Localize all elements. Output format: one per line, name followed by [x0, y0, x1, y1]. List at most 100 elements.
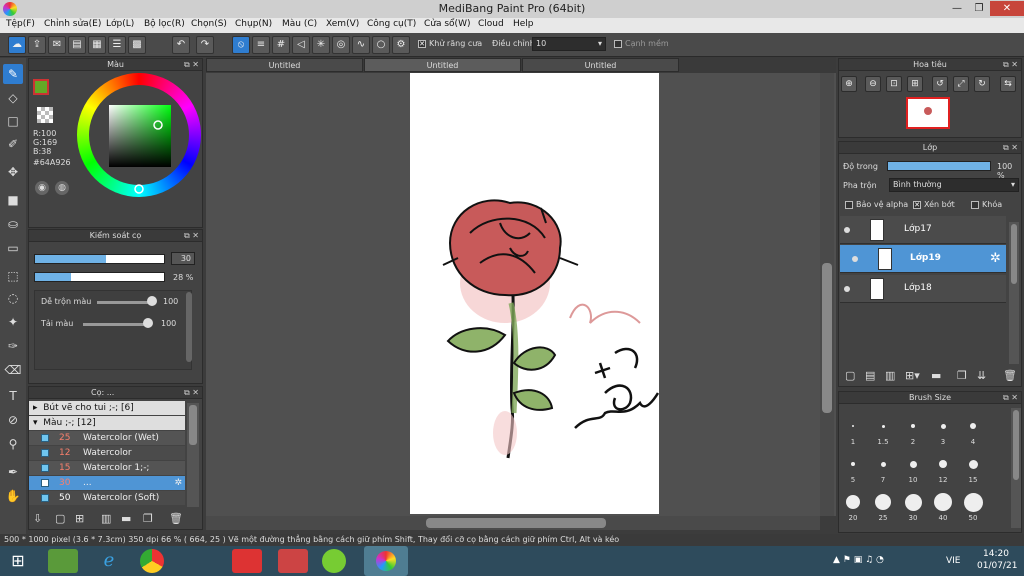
close-button[interactable]: ✕ — [990, 1, 1024, 16]
brush-size-dot[interactable] — [846, 495, 860, 509]
internet-explorer-icon[interactable]: ℯ — [94, 549, 124, 573]
panel-buttons[interactable]: ⧉ ✕ — [184, 387, 199, 399]
amount-slider[interactable] — [83, 323, 149, 326]
cloud-download-icon[interactable]: ⇩ — [33, 512, 42, 525]
select-lasso-icon[interactable]: ◌ — [3, 288, 23, 308]
redo-icon[interactable]: ↷ — [196, 36, 214, 54]
snap-off-icon[interactable]: ⦸ — [232, 36, 250, 54]
new-1bit-layer-icon[interactable]: ▥ — [885, 369, 895, 382]
protect-alpha-checkbox[interactable] — [845, 200, 853, 209]
menu-view[interactable]: Xem(V) — [326, 19, 359, 29]
menu-filter[interactable]: Bộ lọc(R) — [144, 19, 185, 29]
lock-checkbox[interactable] — [971, 200, 979, 209]
rotate-right-icon[interactable]: ↻ — [974, 76, 990, 92]
brush-size-dot[interactable] — [939, 460, 947, 468]
brush-item[interactable]: 15 Watercolor 1;-; — [29, 461, 185, 475]
gradient-tool-icon[interactable]: ▭ — [3, 238, 23, 258]
tab-untitled-3[interactable]: Untitled — [522, 58, 679, 72]
brush-opacity-bar[interactable] — [34, 272, 165, 282]
eraser-tool-icon[interactable]: ◇ — [3, 88, 23, 108]
menu-cloud[interactable]: Cloud — [478, 19, 504, 29]
brush-size-dot[interactable] — [904, 493, 922, 511]
brush-list-scrollbar[interactable] — [187, 403, 199, 507]
gear-icon[interactable]: ✲ — [990, 251, 1001, 266]
magic-wand-icon[interactable]: ✦ — [3, 312, 23, 332]
new-brush-icon[interactable]: ▢ — [55, 512, 65, 525]
hand-tool-icon[interactable]: ✋ — [3, 486, 23, 506]
brush-size-bar[interactable] — [34, 254, 165, 264]
snap-radial-icon[interactable]: ✳ — [312, 36, 330, 54]
clipping-checkbox[interactable]: ✕ — [913, 200, 921, 209]
new-halftone-layer-icon[interactable]: ▤ — [865, 369, 875, 382]
duplicate-icon[interactable]: ❐ — [143, 512, 153, 525]
brush-options-scrollbar[interactable] — [186, 292, 192, 362]
list-icon[interactable]: ☰ — [108, 36, 126, 54]
brush-size-dot[interactable] — [970, 423, 976, 429]
actual-size-icon[interactable]: ⊞ — [907, 76, 923, 92]
dropper-icon[interactable]: ✒ — [3, 462, 23, 482]
folder-icon[interactable]: ▬ — [931, 369, 941, 382]
palette-icon[interactable]: ◉ — [35, 181, 49, 195]
zoom-out-icon[interactable]: ⊖ — [865, 76, 881, 92]
brush-size-dot[interactable] — [851, 462, 855, 466]
brush-size-dot[interactable] — [963, 492, 983, 512]
brush-size-value[interactable]: 30 — [171, 252, 195, 265]
flip-icon[interactable]: ⇆ — [1000, 76, 1016, 92]
lasso-pen-icon[interactable]: ✐ — [3, 134, 23, 154]
menu-tools[interactable]: Công cụ(T) — [367, 19, 416, 29]
layer-blend-select[interactable]: Bình thường ▾ — [889, 178, 1019, 192]
undo-icon[interactable]: ↶ — [172, 36, 190, 54]
snap-parallel-icon[interactable]: ≡ — [252, 36, 270, 54]
brush-item[interactable]: 12 Watercolor — [29, 446, 185, 460]
brush-tool-icon[interactable]: ✎ — [3, 64, 23, 84]
tab-untitled-2[interactable]: Untitled — [364, 58, 521, 72]
merge-icon[interactable]: ⇊ — [977, 369, 986, 382]
brush-size-scrollbar[interactable] — [1011, 408, 1021, 528]
antialias-checkbox[interactable]: ✕ — [418, 39, 426, 48]
menu-window[interactable]: Cửa sổ(W) — [424, 19, 470, 29]
blend-slider-handle[interactable] — [147, 296, 157, 306]
eyedropper-tool-icon[interactable]: ⚲ — [3, 434, 23, 454]
brush-size-dot[interactable] — [875, 494, 891, 510]
brush-item[interactable]: 50 Watercolor (Soft) — [29, 491, 185, 505]
menu-help[interactable]: Help — [513, 19, 534, 29]
language-indicator[interactable]: VIE — [946, 556, 961, 566]
chrome-icon[interactable] — [140, 549, 164, 573]
comment-icon[interactable]: ✉ — [48, 36, 66, 54]
panel-buttons[interactable]: ⧉ ✕ — [184, 230, 199, 242]
amount-slider-handle[interactable] — [143, 318, 153, 328]
menu-edit[interactable]: Chỉnh sửa(E) — [44, 19, 101, 29]
document-icon[interactable]: ▦ — [88, 36, 106, 54]
move-tool-icon[interactable]: ✥ — [3, 162, 23, 182]
chat-icon[interactable]: ▤ — [68, 36, 86, 54]
folder-icon[interactable]: ▬ — [121, 512, 131, 525]
brush-size-dot[interactable] — [880, 461, 886, 467]
menu-file[interactable]: Tệp(F) — [6, 19, 35, 29]
horizontal-scrollbar[interactable] — [206, 516, 820, 530]
layer-row-selected[interactable]: Lớp19 ✲ — [840, 245, 1006, 273]
zoom-in-icon[interactable]: ⊕ — [841, 76, 857, 92]
settings-icon[interactable]: ⚙ — [392, 36, 410, 54]
minimize-button[interactable]: — — [946, 1, 968, 16]
app-green-icon[interactable] — [322, 549, 346, 573]
trash-icon[interactable]: 🗑 — [1003, 369, 1017, 382]
duplicate-icon[interactable]: ❐ — [957, 369, 967, 382]
brush-item[interactable]: 25 Watercolor (Wet) — [29, 431, 185, 445]
tab-untitled-1[interactable]: Untitled — [206, 58, 363, 72]
restore-button[interactable]: ❐ — [968, 1, 990, 16]
select-pen-icon[interactable]: ✑ — [3, 336, 23, 356]
navigator-preview[interactable] — [906, 97, 950, 129]
panel-buttons[interactable]: ⧉ ✕ — [1003, 59, 1018, 71]
share-icon[interactable]: ⇪ — [28, 36, 46, 54]
brush-size-dot[interactable] — [852, 425, 854, 427]
menu-select[interactable]: Chọn(S) — [191, 19, 227, 29]
drawing-canvas[interactable] — [410, 73, 660, 514]
eye-icon[interactable] — [844, 227, 850, 233]
select-rect-icon[interactable]: ⬚ — [3, 266, 23, 286]
snap-perspective-icon[interactable]: ◁ — [292, 36, 310, 54]
panel-buttons[interactable]: ⧉ ✕ — [1003, 392, 1018, 404]
foreground-color-swatch[interactable] — [33, 79, 49, 95]
fit-window-icon[interactable]: ⤢ — [953, 76, 969, 92]
snap-circle-icon[interactable]: ◎ — [332, 36, 350, 54]
color-wheel[interactable] — [77, 73, 201, 197]
